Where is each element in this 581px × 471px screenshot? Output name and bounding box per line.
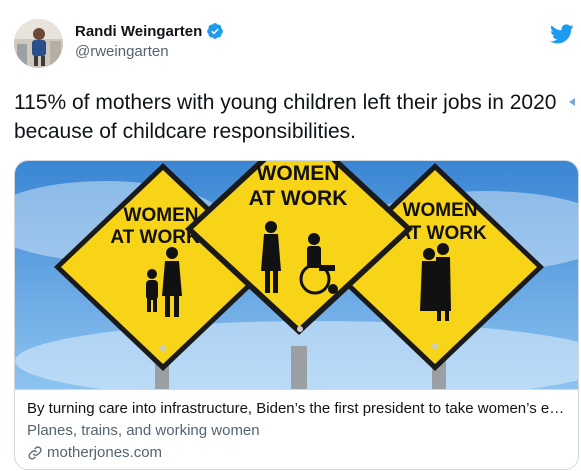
link-icon xyxy=(28,446,42,460)
sign-right-line1: WOMEN xyxy=(403,200,478,221)
card-description: Planes, trains, and working women xyxy=(27,422,260,439)
author-avatar[interactable] xyxy=(14,19,63,68)
card-body[interactable]: By turning care into infrastructure, Bid… xyxy=(15,389,578,469)
sign-center-line2: AT WORK xyxy=(249,187,348,210)
twitter-bird-icon[interactable] xyxy=(550,22,574,46)
link-card[interactable]: WOMEN AT WORK WOMEN AT WORK WOMEN AT WOR… xyxy=(14,160,579,470)
tweet-header: Randi Weingarten @rweingarten xyxy=(14,14,574,70)
card-domain[interactable]: motherjones.com xyxy=(27,443,568,463)
card-image[interactable]: WOMEN AT WORK WOMEN AT WORK WOMEN AT WOR… xyxy=(15,161,579,389)
tweet-text: 115% of mothers with young children left… xyxy=(14,91,557,143)
card-title[interactable]: By turning care into infrastructure, Bid… xyxy=(27,399,567,419)
caret-icon xyxy=(569,98,575,106)
card-domain-text: motherjones.com xyxy=(47,444,163,461)
verified-badge-icon xyxy=(207,23,224,39)
sign-left-line1: WOMEN xyxy=(124,205,199,226)
profile-photo-icon xyxy=(14,19,63,68)
author-name[interactable]: Randi Weingarten xyxy=(75,23,202,40)
author-handle[interactable]: @rweingarten xyxy=(75,43,224,60)
sign-center-line1: WOMEN xyxy=(257,162,340,185)
sign-right-line2: AT WORK xyxy=(397,223,487,244)
